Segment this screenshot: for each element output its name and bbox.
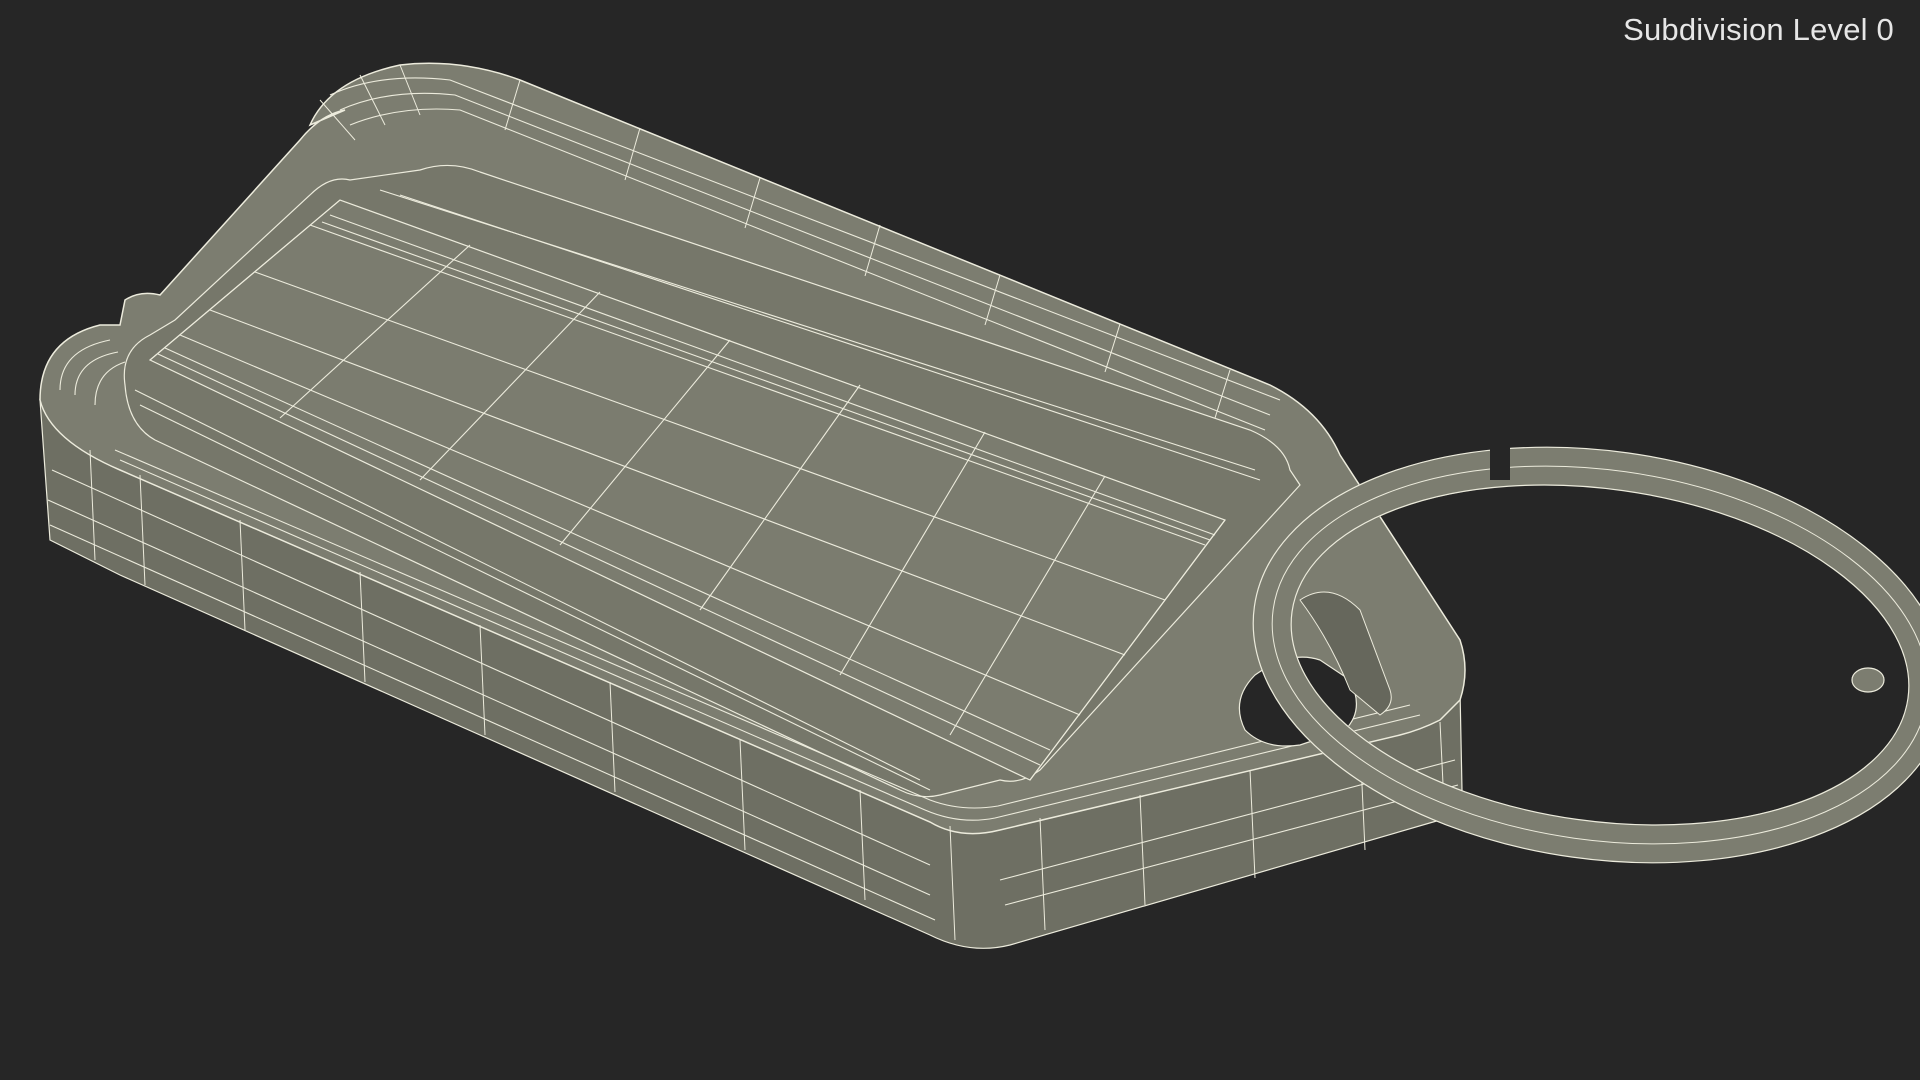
key-ring-gap	[1490, 440, 1510, 480]
key-tag-mesh-render[interactable]	[0, 0, 1920, 1080]
key-ring-end-cap	[1851, 667, 1885, 693]
3d-viewport[interactable]: Subdivision Level 0	[0, 0, 1920, 1080]
subdivision-level-label: Subdivision Level 0	[1623, 12, 1894, 47]
